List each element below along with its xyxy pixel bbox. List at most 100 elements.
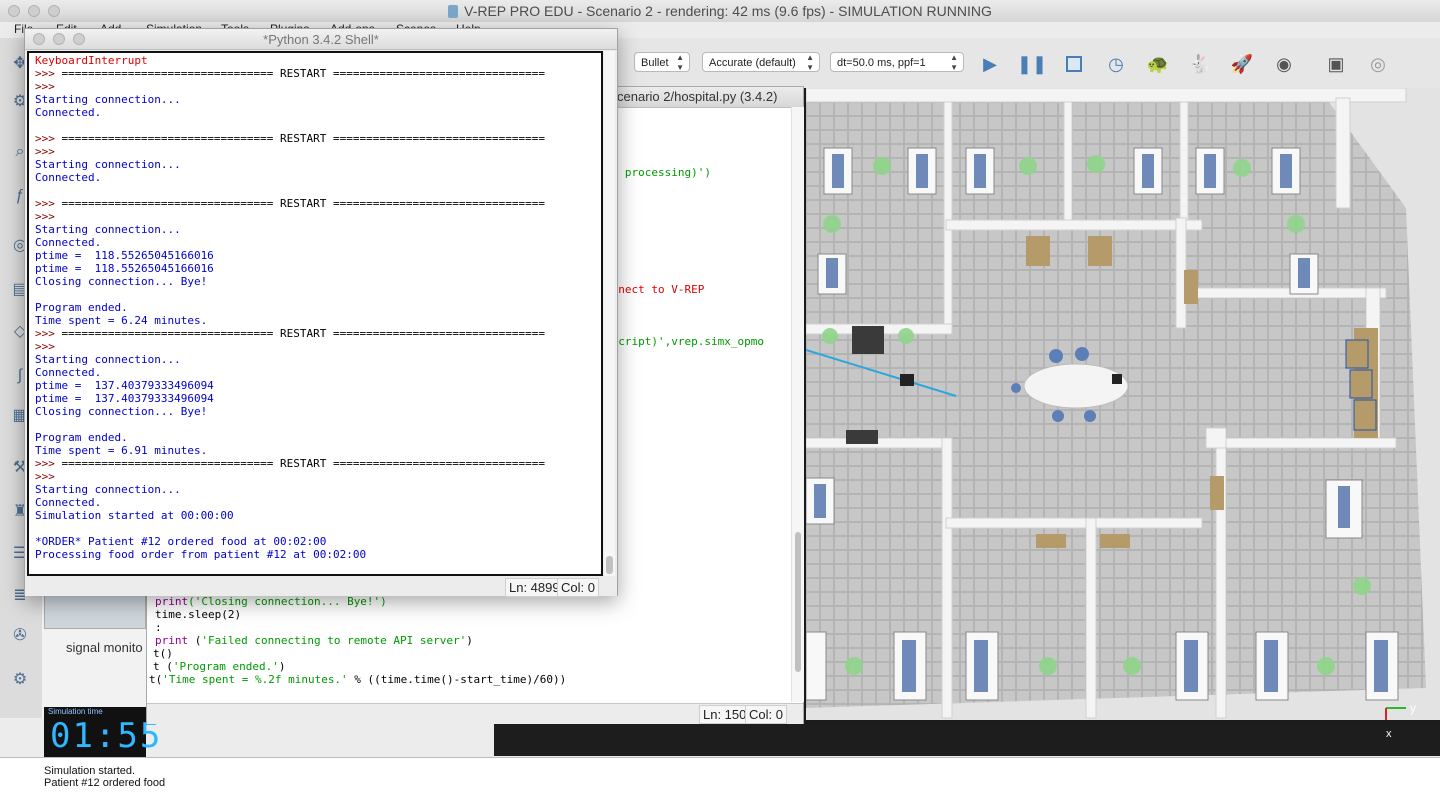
shell-output-line: Simulation started at 00:00:00: [35, 509, 234, 522]
shell-column-indicator: Col: 0: [557, 578, 599, 597]
shell-prompt: >>>: [35, 197, 55, 210]
shell-output-line: ptime = 137.40379333496094: [35, 392, 214, 405]
food-dispenser: [852, 326, 884, 354]
shell-output-line: >>>: [35, 470, 545, 483]
shell-output-area[interactable]: KeyboardInterrupt >>> ===================…: [27, 51, 603, 576]
shell-output-line: ptime = 137.40379333496094: [35, 379, 214, 392]
shell-output-line: Closing connection... Bye!: [35, 405, 208, 418]
shell-restart-separator: [55, 80, 62, 93]
shell-output-line: >>> ================================ RES…: [35, 197, 545, 210]
scene-bottom-area: [494, 724, 1440, 756]
axis-x-label: x: [1386, 728, 1392, 740]
signal-monitor-label: signal monito: [66, 640, 143, 655]
shell-output-line: Connected.: [35, 236, 102, 249]
shell-prompt: >>>: [35, 470, 55, 483]
shell-restart-separator: ================================ RESTART…: [54, 132, 545, 145]
editor-line-indicator: Ln: 150: [699, 705, 751, 724]
eye-icon[interactable]: ◉: [1272, 52, 1296, 76]
signal-monitor-thumbnail: [44, 595, 146, 629]
shell-prompt: >>>: [35, 132, 55, 145]
shell-output-line: >>> ================================ RES…: [35, 457, 545, 470]
shell-restart-separator: [55, 340, 62, 353]
play-icon[interactable]: ▶: [978, 52, 1002, 76]
shell-output-line: Program ended.: [35, 431, 128, 444]
shell-line-indicator: Ln: 4899: [505, 578, 564, 597]
shell-scrollbar[interactable]: [604, 51, 615, 576]
shell-output-line: Connected.: [35, 171, 102, 184]
shell-prompt: >>>: [35, 145, 55, 158]
rocket-icon[interactable]: 🚀: [1230, 52, 1254, 76]
shell-output-lines: KeyboardInterrupt >>> ===================…: [35, 54, 545, 561]
speed-up-rabbit-icon[interactable]: 🐇: [1188, 52, 1212, 76]
editor-code-line: t('Time spent = %.2f minutes.' % ((time.…: [149, 673, 567, 686]
shell-restart-separator: ================================ RESTART…: [54, 197, 545, 210]
delivery-robot: [900, 374, 914, 386]
shell-output-line: Starting connection...: [35, 483, 181, 496]
shell-output-line: Starting connection...: [35, 353, 181, 366]
shell-restart-separator: ================================ RESTART…: [54, 327, 545, 340]
timestep-select[interactable]: dt=50.0 ms, ppf=1 ▲ ▼: [830, 52, 964, 72]
editor-code-line: :: [155, 621, 162, 634]
shell-output-line: [35, 522, 545, 535]
editor-scroll-thumb[interactable]: [795, 532, 801, 672]
shell-scroll-thumb[interactable]: [606, 556, 613, 574]
scene-layers-icon[interactable]: ◎: [1366, 52, 1390, 76]
vrep-app-icon: [448, 5, 459, 18]
python-shell-window: *Python 3.4.2 Shell* KeyboardInterrupt >>…: [24, 28, 618, 597]
slow-down-turtle-icon[interactable]: 🐢: [1146, 52, 1170, 76]
shell-restart-separator: [55, 145, 62, 158]
shell-prompt: >>>: [35, 67, 55, 80]
shell-prompt: >>>: [35, 80, 55, 93]
realtime-clock-icon[interactable]: ◷: [1104, 52, 1128, 76]
editor-scrollbar[interactable]: [791, 107, 804, 702]
shell-output-line: >>>: [35, 340, 545, 353]
window-title: V-REP PRO EDU - Scenario 2 - rendering: …: [0, 3, 1440, 19]
user-settings-icon[interactable]: ⚙: [8, 668, 32, 692]
shell-output-line: >>> ================================ RES…: [35, 132, 545, 145]
main-title-bar: V-REP PRO EDU - Scenario 2 - rendering: …: [0, 0, 1440, 23]
editor-code-fragment: me processing)'): [605, 166, 711, 179]
shell-output-line: *ORDER* Patient #12 ordered food at 00:0…: [35, 535, 327, 548]
shell-output-line: ptime = 118.55265045166016: [35, 249, 214, 262]
shell-title-bar: *Python 3.4.2 Shell*: [25, 29, 617, 50]
shell-output-line: >>>: [35, 145, 545, 158]
shell-output-line: Closing connection... Bye!: [35, 275, 208, 288]
shell-output-line: Starting connection...: [35, 93, 181, 106]
pause-icon[interactable]: ❚❚: [1017, 52, 1047, 76]
physics-engine-select[interactable]: Bullet ▲ ▼: [634, 52, 690, 72]
page-layers-icon[interactable]: ▣: [1324, 52, 1348, 76]
shell-output-line: Time spent = 6.24 minutes.: [35, 314, 208, 327]
shell-output-line: >>> ================================ RES…: [35, 67, 545, 80]
stop-icon[interactable]: [1062, 52, 1086, 76]
shell-status-bar: Ln: 4899 Col: 0: [25, 577, 617, 597]
editor-column-indicator: Col: 0: [745, 705, 787, 724]
shell-output-line: ptime = 118.55265045166016: [35, 262, 214, 275]
shell-output-line: >>>: [35, 210, 545, 223]
accuracy-select[interactable]: Accurate (default) ▲ ▼: [702, 52, 820, 72]
shell-output-line: >>> ================================ RES…: [35, 327, 545, 340]
shell-prompt: >>>: [35, 340, 55, 353]
editor-code-line: print('Closing connection... Bye!'): [155, 595, 387, 608]
shell-restart-separator: [55, 470, 62, 483]
shell-output-line: [35, 288, 545, 301]
shell-output-line: Starting connection...: [35, 223, 181, 236]
shell-output-line: [35, 418, 545, 431]
second-dispenser: [846, 430, 878, 444]
shell-prompt: >>>: [35, 210, 55, 223]
shell-output-line: >>>: [35, 80, 545, 93]
shell-output-line: Starting connection...: [35, 158, 181, 171]
editor-status-bar: Ln: 150 Col: 0: [147, 703, 803, 724]
shell-output-line: Time spent = 6.91 minutes.: [35, 444, 208, 457]
scene-viewport[interactable]: y: [806, 88, 1440, 720]
editor-code-line: print ('Failed connecting to remote API …: [155, 634, 473, 647]
video-recorder-icon[interactable]: ✇: [8, 624, 32, 648]
shell-output-line: [35, 119, 545, 132]
shell-output-line: Connected.: [35, 106, 102, 119]
shell-output-line: KeyboardInterrupt: [35, 54, 148, 67]
shell-output-line: [35, 184, 545, 197]
shell-restart-separator: ================================ RESTART…: [54, 67, 545, 80]
shell-output-line: Connected.: [35, 366, 102, 379]
editor-code-fragment: onnect to V-REP: [605, 283, 705, 296]
shell-restart-separator: ================================ RESTART…: [54, 457, 545, 470]
editor-code-line: t(): [153, 647, 173, 660]
